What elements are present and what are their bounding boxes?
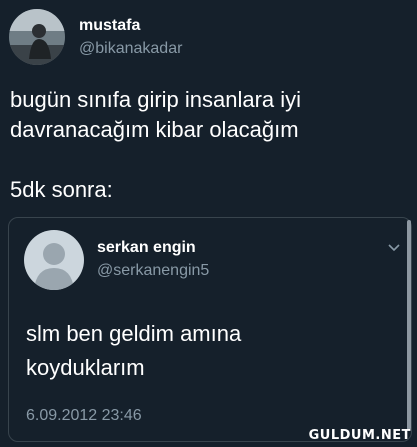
display-name[interactable]: mustafa <box>79 17 140 35</box>
quoted-tweet[interactable]: serkan engin @serkanengin5 slm ben geldi… <box>8 217 412 442</box>
avatar[interactable] <box>9 9 65 65</box>
watermark: GULDUM.NET <box>308 428 411 443</box>
tweet-text: bugün sınıfa girip insanlara iyi davrana… <box>10 87 302 202</box>
user-photo-icon <box>9 9 65 65</box>
timestamp[interactable]: 6.09.2012 23:46 <box>26 407 142 425</box>
user-handle[interactable]: @bikanakadar <box>79 40 182 58</box>
tweet-card: mustafa @bikanakadar bugün sınıfa girip … <box>0 0 417 447</box>
quoted-user-handle[interactable]: @serkanengin5 <box>97 262 209 280</box>
quoted-display-name[interactable]: serkan engin <box>97 239 196 257</box>
default-avatar-icon[interactable] <box>24 230 84 290</box>
chevron-down-icon[interactable] <box>386 242 402 254</box>
quoted-tweet-text: slm ben geldim amına koyduklarım <box>26 321 242 380</box>
scrollbar[interactable] <box>407 220 411 430</box>
